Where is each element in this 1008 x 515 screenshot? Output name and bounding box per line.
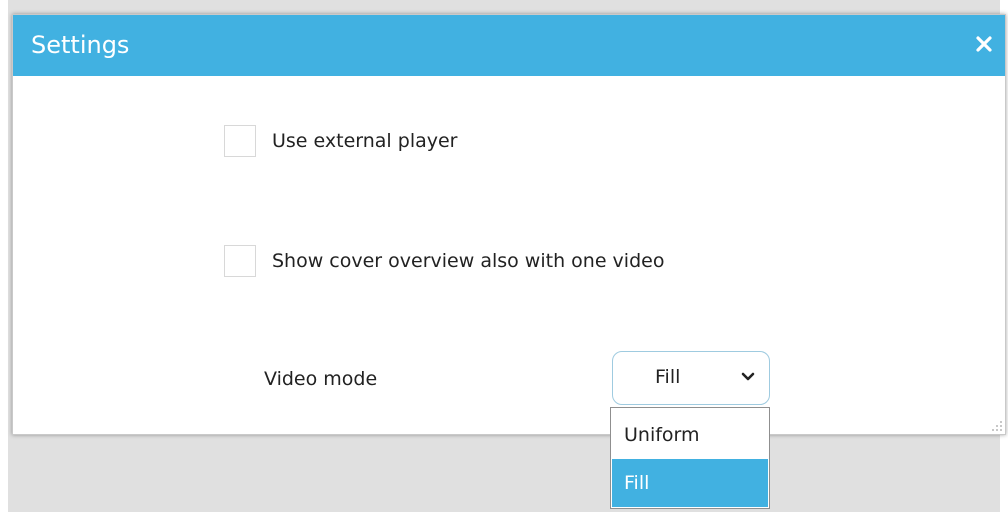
- close-button[interactable]: [969, 27, 999, 61]
- show-cover-overview-label: Show cover overview also with one video: [272, 250, 665, 272]
- close-icon: [976, 36, 992, 52]
- dropdown-option-uniform[interactable]: Uniform: [612, 411, 768, 459]
- show-cover-overview-checkbox[interactable]: [224, 245, 256, 277]
- use-external-player-row: Use external player: [224, 125, 457, 157]
- video-mode-select[interactable]: Fill: [612, 351, 770, 405]
- dialog-titlebar: Settings: [13, 15, 1005, 76]
- dialog-title: Settings: [31, 31, 130, 59]
- settings-dialog: Settings Use external player Show cover …: [12, 14, 1006, 435]
- dropdown-option-label: Fill: [624, 472, 650, 494]
- video-mode-dropdown: Uniform Fill: [610, 407, 770, 509]
- use-external-player-checkbox[interactable]: [224, 125, 256, 157]
- dropdown-option-label: Uniform: [624, 424, 700, 446]
- video-mode-selected-value: Fill: [655, 366, 681, 388]
- resize-grip-icon[interactable]: [989, 418, 1003, 432]
- screen: Settings Use external player Show cover …: [0, 0, 1008, 515]
- chevron-down-icon: [741, 372, 755, 381]
- dropdown-option-fill[interactable]: Fill: [612, 459, 768, 507]
- use-external-player-label: Use external player: [272, 130, 458, 152]
- show-cover-overview-row: Show cover overview also with one video: [224, 245, 664, 277]
- video-mode-label: Video mode: [264, 368, 378, 390]
